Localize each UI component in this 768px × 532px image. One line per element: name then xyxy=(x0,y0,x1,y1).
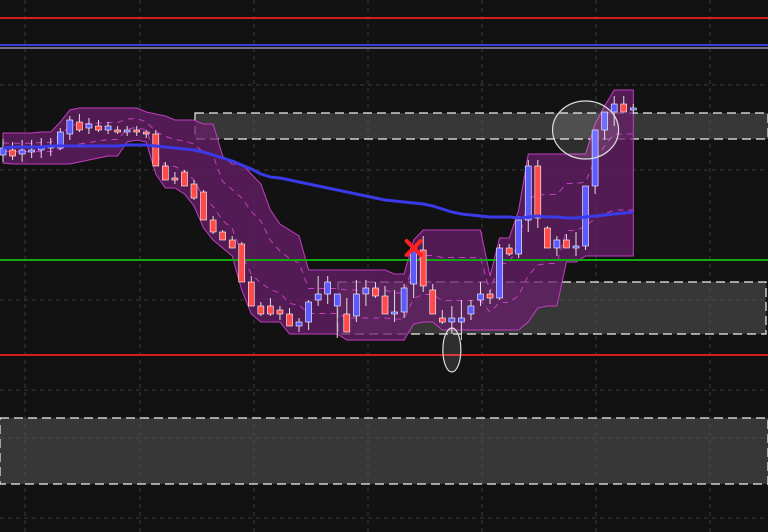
candle-body xyxy=(257,305,265,315)
candle-body xyxy=(9,149,16,157)
candle-body xyxy=(391,311,398,315)
candle-body xyxy=(400,287,408,313)
candle-body xyxy=(18,149,26,155)
zone-box-2 xyxy=(0,417,768,485)
candle-body xyxy=(286,313,293,327)
candle-22 xyxy=(200,190,207,221)
candle-body xyxy=(429,289,437,315)
candle-body xyxy=(362,287,370,295)
candle-body xyxy=(181,171,188,187)
candle-body xyxy=(372,287,379,297)
candle-body xyxy=(28,149,35,153)
candlestick-chart[interactable] xyxy=(0,0,768,532)
candle-body xyxy=(467,305,475,315)
candle-body xyxy=(544,227,551,249)
candle-body xyxy=(295,321,303,327)
candle-body xyxy=(620,103,628,113)
candle-body xyxy=(515,219,523,255)
candle-body xyxy=(324,281,332,295)
candle-57 xyxy=(534,160,542,228)
candle-body xyxy=(152,133,160,167)
candle-body xyxy=(534,165,542,219)
candle-body xyxy=(267,305,274,315)
candle-body xyxy=(333,293,341,307)
candle-body xyxy=(629,107,637,111)
candle-body xyxy=(438,317,446,323)
candle-body xyxy=(353,293,360,317)
candle-body xyxy=(458,317,465,323)
candle-body xyxy=(200,191,207,221)
candle-26 xyxy=(238,242,246,283)
chart-canvas[interactable] xyxy=(0,0,768,532)
candle-body xyxy=(66,119,74,135)
candle-body xyxy=(190,183,198,199)
candle-20 xyxy=(181,170,188,187)
candle-55 xyxy=(515,216,523,258)
highlight-ellipse-2 xyxy=(442,327,462,373)
zone-box-0 xyxy=(194,112,768,140)
candle-58 xyxy=(544,226,551,249)
candle-body xyxy=(171,177,179,181)
candle-body xyxy=(238,243,246,283)
candle-body xyxy=(448,317,456,323)
candle-body xyxy=(477,293,484,301)
candle-body xyxy=(276,309,284,315)
candle-body xyxy=(162,165,169,181)
candle-body xyxy=(496,247,503,299)
candle-body xyxy=(123,129,131,133)
candle-body xyxy=(76,121,83,131)
candle-body xyxy=(142,131,150,135)
candle-body xyxy=(524,165,532,221)
candle-body xyxy=(95,125,102,131)
candle-53 xyxy=(496,244,503,300)
candle-body xyxy=(486,293,494,299)
candle-body xyxy=(314,293,322,301)
highlight-ellipse-1 xyxy=(551,100,620,160)
candle-body xyxy=(553,239,561,249)
candle-body xyxy=(114,129,121,133)
candle-body xyxy=(104,125,112,131)
candle-body xyxy=(248,281,255,307)
candle-body xyxy=(228,239,236,249)
candle-body xyxy=(85,123,93,129)
candle-body xyxy=(305,301,312,323)
candle-body xyxy=(610,103,618,113)
candle-17 xyxy=(152,130,160,167)
candle-body xyxy=(219,231,226,241)
candle-body xyxy=(133,129,140,133)
candle-body xyxy=(572,245,580,249)
candle-body xyxy=(505,247,513,255)
candle-body xyxy=(410,247,417,285)
candle-body xyxy=(343,313,351,333)
candle-body xyxy=(381,295,389,315)
candle-body xyxy=(563,239,570,249)
candle-body xyxy=(209,219,217,233)
